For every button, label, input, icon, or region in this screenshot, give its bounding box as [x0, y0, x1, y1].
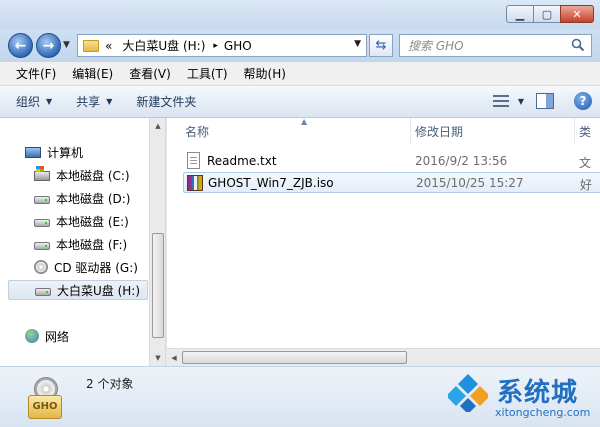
- column-name-label: 名称: [185, 124, 210, 139]
- system-drive-icon: [34, 166, 50, 181]
- title-bar: ▁ ▢ ✕: [0, 0, 600, 30]
- nav-drive-d[interactable]: 本地磁盘 (D:): [34, 188, 130, 208]
- chevron-down-icon: ▼: [106, 97, 113, 106]
- file-date: 2016/9/2 13:56: [415, 154, 508, 168]
- item-count: 2 个对象: [86, 377, 134, 391]
- nav-drive-h[interactable]: 大白菜U盘 (H:): [8, 280, 148, 300]
- nav-drive-label: 本地磁盘 (D:): [56, 191, 131, 206]
- file-name: Readme.txt: [207, 154, 277, 168]
- hard-drive-icon: [34, 242, 50, 250]
- file-type: 文: [579, 156, 592, 170]
- new-folder-label: 新建文件夹: [136, 95, 197, 109]
- folder-preview-icon: GHO: [20, 373, 70, 423]
- view-options-icon[interactable]: [492, 93, 510, 109]
- menu-help[interactable]: 帮助(H): [236, 65, 294, 82]
- nav-drive-c[interactable]: 本地磁盘 (C:): [34, 165, 130, 185]
- watermark-url: xitongcheng.com: [495, 406, 591, 419]
- close-button[interactable]: ✕: [560, 5, 594, 23]
- breadcrumb-folder[interactable]: GHO: [224, 39, 252, 53]
- network-icon: [25, 329, 39, 343]
- maximize-button[interactable]: ▢: [533, 5, 561, 23]
- menu-view[interactable]: 查看(V): [121, 65, 179, 82]
- search-input[interactable]: [408, 35, 568, 56]
- nav-drive-label: 本地磁盘 (C:): [56, 168, 130, 183]
- scroll-left-icon[interactable]: ◀: [166, 350, 182, 366]
- organize-button[interactable]: 组织 ▼: [16, 93, 52, 110]
- column-header-type[interactable]: 类: [575, 118, 600, 144]
- computer-icon: [25, 146, 41, 158]
- address-dropdown-icon[interactable]: ▼: [354, 39, 361, 49]
- recent-pages-dropdown[interactable]: ▼: [63, 40, 70, 50]
- back-button[interactable]: ←: [8, 33, 33, 58]
- navigation-pane: 计算机 本地磁盘 (C:) 本地磁盘 (D:) 本地磁盘 (E:) 本地磁盘 (…: [0, 118, 165, 366]
- column-header-date[interactable]: 修改日期: [411, 118, 575, 144]
- menu-file[interactable]: 文件(F): [8, 65, 64, 82]
- hard-drive-icon: [34, 196, 50, 204]
- nav-scroll-thumb[interactable]: [152, 233, 164, 338]
- nav-drive-label: 大白菜U盘 (H:): [57, 283, 141, 298]
- cd-drive-icon: [34, 260, 48, 274]
- preview-pane-icon[interactable]: [536, 93, 554, 109]
- nav-network[interactable]: 网络: [25, 326, 69, 346]
- nav-drive-g[interactable]: CD 驱动器 (G:): [34, 257, 138, 277]
- nav-computer-label: 计算机: [47, 145, 84, 160]
- nav-drive-label: CD 驱动器 (G:): [54, 260, 138, 275]
- horizontal-scrollbar[interactable]: ◀: [166, 348, 600, 366]
- refresh-button[interactable]: ⇆: [369, 34, 393, 57]
- column-date-label: 修改日期: [415, 124, 464, 139]
- watermark: 系统城 xitongcheng.com: [442, 368, 600, 427]
- file-type: 好: [580, 178, 593, 192]
- menu-bar: 文件(F) 编辑(E) 查看(V) 工具(T) 帮助(H): [0, 62, 600, 86]
- folder-icon: [83, 39, 99, 52]
- command-bar: 组织 ▼ 共享 ▼ 新建文件夹 ▼ ?: [0, 86, 600, 118]
- sort-ascending-icon: ▲: [301, 117, 308, 126]
- back-arrow-icon: ←: [14, 37, 27, 54]
- usb-drive-icon: [35, 288, 51, 296]
- organize-label: 组织: [16, 95, 41, 109]
- watermark-brand: 系统城: [497, 378, 579, 408]
- brand-logo-icon: [448, 374, 488, 412]
- forward-button[interactable]: →: [36, 33, 61, 58]
- new-folder-button[interactable]: 新建文件夹: [136, 93, 196, 110]
- menu-edit[interactable]: 编辑(E): [64, 65, 121, 82]
- scroll-down-icon[interactable]: ▼: [150, 350, 166, 366]
- nav-drive-label: 本地磁盘 (E:): [56, 214, 129, 229]
- search-box[interactable]: [399, 34, 592, 57]
- scroll-up-icon[interactable]: ▲: [150, 118, 166, 134]
- view-dropdown-icon[interactable]: ▼: [518, 97, 524, 106]
- file-row[interactable]: Readme.txt 2016/9/2 13:56 文: [183, 151, 600, 172]
- column-header-name[interactable]: 名称 ▲: [181, 117, 411, 144]
- refresh-icon: ⇆: [375, 38, 387, 53]
- nav-computer[interactable]: 计算机: [25, 142, 83, 162]
- nav-drive-e[interactable]: 本地磁盘 (E:): [34, 211, 129, 231]
- address-bar[interactable]: « 大白菜U盘 (H:) ▸ GHO ▼: [77, 34, 367, 57]
- file-name: GHOST_Win7_ZJB.iso: [208, 176, 334, 190]
- hard-drive-icon: [34, 219, 50, 227]
- horizontal-scroll-thumb[interactable]: [182, 351, 407, 364]
- forward-arrow-icon: →: [42, 37, 55, 54]
- text-file-icon: [187, 152, 200, 169]
- share-button[interactable]: 共享 ▼: [76, 93, 112, 110]
- folder-icon-label: GHO: [32, 401, 58, 412]
- menu-tools[interactable]: 工具(T): [179, 65, 236, 82]
- archive-file-icon: [187, 175, 203, 191]
- nav-network-label: 网络: [45, 329, 70, 344]
- share-label: 共享: [76, 95, 101, 109]
- breadcrumb-drive[interactable]: 大白菜U盘 (H:): [122, 37, 205, 54]
- file-date: 2015/10/25 15:27: [416, 176, 524, 190]
- window-controls: ▁ ▢ ✕: [506, 5, 594, 23]
- nav-drive-f[interactable]: 本地磁盘 (F:): [34, 234, 127, 254]
- column-type-label: 类: [579, 124, 592, 139]
- search-icon[interactable]: [571, 38, 585, 52]
- breadcrumb-separator[interactable]: ▸: [213, 41, 218, 51]
- help-icon[interactable]: ?: [574, 92, 592, 110]
- chevron-down-icon: ▼: [46, 97, 53, 106]
- breadcrumb-overflow[interactable]: «: [105, 39, 112, 53]
- file-list: 名称 ▲ 修改日期 类 Readme.txt 2016/9/2 13:56 文 …: [166, 117, 600, 366]
- file-row-selected[interactable]: GHOST_Win7_ZJB.iso 2015/10/25 15:27 好: [183, 172, 600, 193]
- nav-drive-label: 本地磁盘 (F:): [56, 237, 128, 252]
- nav-scrollbar[interactable]: ▲ ▼: [149, 118, 165, 366]
- minimize-button[interactable]: ▁: [506, 5, 534, 23]
- address-row: ← → ▼ « 大白菜U盘 (H:) ▸ GHO ▼ ⇆: [0, 30, 600, 62]
